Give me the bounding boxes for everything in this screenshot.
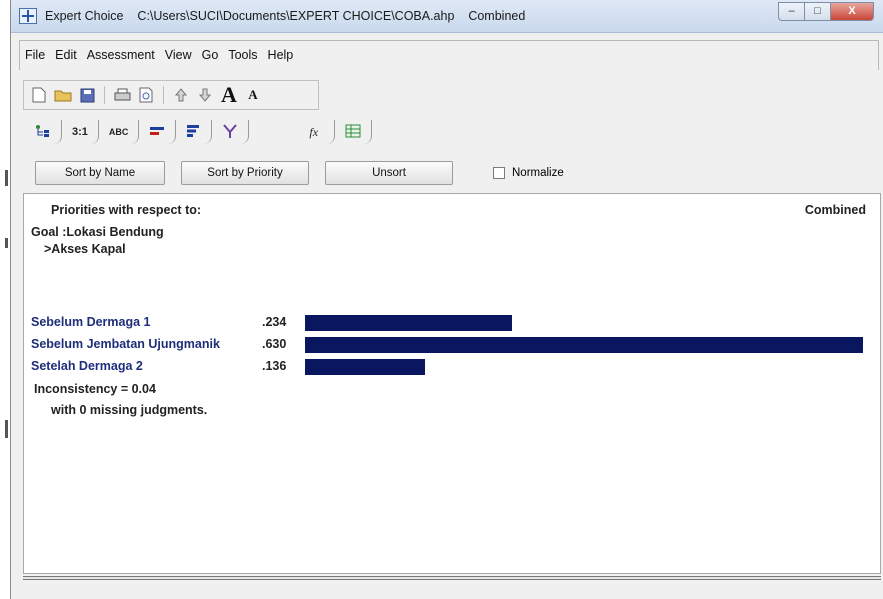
toolbar-separator bbox=[163, 86, 164, 104]
close-button[interactable]: X bbox=[830, 2, 874, 21]
alternative-name: Sebelum Dermaga 1 bbox=[31, 315, 151, 329]
tab-numerical[interactable]: 3:1 bbox=[62, 120, 99, 144]
edge-mark bbox=[5, 170, 8, 186]
numerical-comparison-icon: 3:1 bbox=[72, 126, 88, 138]
print-icon[interactable] bbox=[113, 86, 131, 104]
window-controls: – □ X bbox=[778, 2, 874, 22]
mode-label: Combined bbox=[804, 203, 866, 217]
normalize-checkbox[interactable] bbox=[493, 167, 505, 179]
alternative-value: .136 bbox=[262, 359, 287, 373]
tab-graphical[interactable] bbox=[139, 120, 177, 144]
graphical-comparison-icon bbox=[149, 125, 165, 140]
toolbar-separator bbox=[104, 86, 105, 104]
font-smaller-icon[interactable]: A bbox=[244, 86, 262, 104]
alternative-row: Sebelum Jembatan Ujungmanik .630 bbox=[31, 336, 876, 354]
font-larger-icon[interactable]: A bbox=[220, 82, 238, 107]
title-bar[interactable]: Expert Choice C:\Users\SUCI\Documents\EX… bbox=[11, 0, 883, 33]
priority-bar bbox=[305, 337, 863, 353]
tab-synthesis[interactable] bbox=[212, 120, 250, 144]
sort-by-priority-button[interactable]: Sort by Priority bbox=[181, 161, 309, 185]
verbal-comparison-icon: ABC bbox=[108, 127, 129, 137]
alternative-value: .630 bbox=[262, 337, 287, 351]
new-file-icon[interactable] bbox=[30, 86, 48, 104]
tab-formula[interactable]: fx bbox=[299, 120, 336, 144]
priorities-panel: Priorities with respect to: Combined Goa… bbox=[23, 193, 881, 574]
print-preview-icon[interactable] bbox=[137, 86, 155, 104]
app-icon[interactable] bbox=[19, 8, 37, 24]
goal-label: Goal :Lokasi Bendung bbox=[31, 225, 164, 239]
panel-splitter[interactable] bbox=[23, 576, 881, 580]
alternative-name: Sebelum Jembatan Ujungmanik bbox=[31, 337, 220, 351]
unsort-button[interactable]: Unsort bbox=[325, 161, 453, 185]
tab-priorities[interactable] bbox=[176, 120, 213, 144]
inconsistency-label: Inconsistency = 0.04 bbox=[34, 382, 156, 396]
alternative-row: Sebelum Dermaga 1 .234 bbox=[31, 314, 876, 332]
view-tabs: 3:1 ABC fx bbox=[25, 118, 373, 144]
move-up-icon[interactable] bbox=[172, 86, 190, 104]
menu-tools[interactable]: Tools bbox=[228, 48, 257, 62]
save-icon[interactable] bbox=[78, 86, 96, 104]
menu-edit[interactable]: Edit bbox=[55, 48, 77, 62]
sort-by-name-button[interactable]: Sort by Name bbox=[35, 161, 165, 185]
normalize-label: Normalize bbox=[512, 167, 564, 179]
tab-tree-view[interactable] bbox=[25, 120, 62, 144]
toolbar: A A bbox=[23, 80, 319, 110]
move-down-icon[interactable] bbox=[196, 86, 214, 104]
minimize-button[interactable]: – bbox=[778, 2, 804, 21]
missing-judgments-label: with 0 missing judgments. bbox=[51, 403, 208, 417]
edge-mark bbox=[5, 238, 8, 248]
menu-view[interactable]: View bbox=[165, 48, 192, 62]
formula-icon: fx bbox=[309, 124, 319, 139]
node-label: >Akses Kapal bbox=[44, 242, 126, 256]
app-window: Expert Choice C:\Users\SUCI\Documents\EX… bbox=[10, 0, 883, 599]
edge-mark bbox=[5, 420, 8, 438]
normalize-option[interactable]: Normalize bbox=[493, 167, 564, 179]
alternative-name: Setelah Dermaga 2 bbox=[31, 359, 143, 373]
open-folder-icon[interactable] bbox=[54, 86, 72, 104]
tree-view-icon bbox=[35, 124, 51, 141]
tab-data-grid[interactable] bbox=[335, 120, 373, 144]
window-title: Expert Choice C:\Users\SUCI\Documents\EX… bbox=[45, 9, 526, 23]
data-grid-icon bbox=[345, 124, 361, 141]
menu-help[interactable]: Help bbox=[268, 48, 294, 62]
menu-file[interactable]: File bbox=[25, 48, 45, 62]
priority-bar bbox=[305, 315, 512, 331]
alternative-row: Setelah Dermaga 2 .136 bbox=[31, 358, 876, 376]
menu-go[interactable]: Go bbox=[202, 48, 219, 62]
priority-bar bbox=[305, 359, 425, 375]
alternative-value: .234 bbox=[262, 315, 287, 329]
maximize-button[interactable]: □ bbox=[804, 2, 830, 21]
synthesis-icon bbox=[222, 123, 238, 142]
status-bar bbox=[23, 582, 881, 599]
sort-toolbar: Sort by Name Sort by Priority Unsort Nor… bbox=[23, 155, 881, 191]
menu-bar: File Edit Assessment View Go Tools Help bbox=[19, 43, 293, 67]
menu-assessment[interactable]: Assessment bbox=[87, 48, 155, 62]
priorities-icon bbox=[186, 124, 200, 141]
priorities-heading: Priorities with respect to: bbox=[51, 203, 202, 217]
tab-verbal[interactable]: ABC bbox=[99, 120, 140, 144]
desktop-left-edge bbox=[0, 0, 10, 599]
